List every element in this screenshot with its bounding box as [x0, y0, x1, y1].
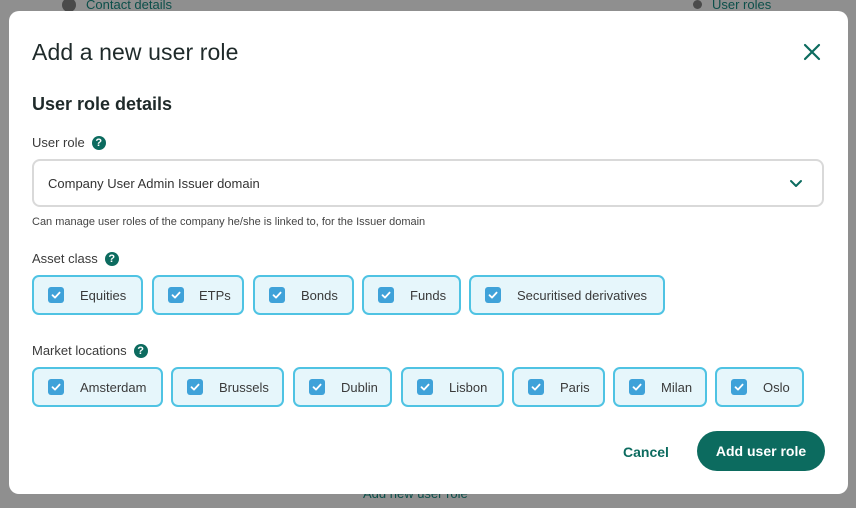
checkbox-checked-icon [378, 287, 394, 303]
chip-label: Amsterdam [80, 379, 147, 395]
chip-label: Brussels [219, 379, 269, 395]
checkbox-checked-icon [168, 287, 184, 303]
market-chip-amsterdam[interactable]: Amsterdam [32, 367, 163, 407]
asset-class-chip-funds[interactable]: Funds [362, 275, 461, 315]
chip-label: Lisbon [449, 379, 488, 395]
checkbox-checked-icon [187, 379, 203, 395]
user-role-helper-text: Can manage user roles of the company he/… [32, 216, 426, 228]
market-chip-brussels[interactable]: Brussels [171, 367, 284, 407]
chip-label: Securitised derivatives [517, 287, 648, 303]
add-user-role-button[interactable]: Add user role [697, 431, 825, 471]
dialog-title: Add a new user role [32, 39, 239, 65]
close-button[interactable] [801, 41, 823, 63]
chip-label: Equities [80, 287, 127, 303]
checkbox-checked-icon [731, 379, 747, 395]
chip-label: Funds [410, 287, 447, 303]
chip-label: Bonds [301, 287, 338, 303]
asset-class-chip-securitised-derivatives[interactable]: Securitised derivatives [469, 275, 665, 315]
market-locations-label: Market locations [32, 343, 127, 358]
close-icon [803, 43, 821, 61]
section-title: User role details [32, 94, 173, 114]
help-icon[interactable]: ? [104, 251, 119, 266]
help-icon[interactable]: ? [133, 343, 148, 358]
checkbox-checked-icon [269, 287, 285, 303]
checkbox-checked-icon [48, 287, 64, 303]
step-complete-icon [62, 0, 76, 12]
add-user-role-dialog: Add a new user role User role details Us… [9, 11, 848, 494]
user-role-label: User role [32, 135, 85, 150]
chevron-down-icon [790, 180, 802, 187]
checkbox-checked-icon [309, 379, 325, 395]
asset-class-chip-etps[interactable]: ETPs [152, 275, 244, 315]
asset-class-chip-bonds[interactable]: Bonds [253, 275, 354, 315]
market-chip-lisbon[interactable]: Lisbon [401, 367, 504, 407]
chip-label: Oslo [763, 379, 790, 395]
checkbox-checked-icon [48, 379, 64, 395]
checkbox-checked-icon [528, 379, 544, 395]
chip-label: Milan [661, 379, 693, 395]
user-role-label-group: User role ? [32, 135, 106, 150]
help-icon[interactable]: ? [91, 135, 106, 150]
asset-class-chip-equities[interactable]: Equities [32, 275, 143, 315]
asset-class-label-group: Asset class ? [32, 251, 119, 266]
user-role-value: Company User Admin Issuer domain [48, 175, 260, 191]
cancel-button[interactable]: Cancel [623, 444, 669, 460]
checkbox-checked-icon [417, 379, 433, 395]
market-chip-paris[interactable]: Paris [512, 367, 605, 407]
chip-label: Dublin [341, 379, 378, 395]
market-chip-oslo[interactable]: Oslo [715, 367, 804, 407]
market-chip-dublin[interactable]: Dublin [293, 367, 392, 407]
step-dot-icon [693, 0, 702, 9]
market-chip-milan[interactable]: Milan [613, 367, 707, 407]
chip-label: Paris [560, 379, 590, 395]
asset-class-label: Asset class [32, 251, 98, 266]
checkbox-checked-icon [485, 287, 501, 303]
market-locations-label-group: Market locations ? [32, 343, 148, 358]
user-role-select[interactable]: Company User Admin Issuer domain [32, 159, 824, 207]
checkbox-checked-icon [629, 379, 645, 395]
chip-label: ETPs [199, 287, 231, 303]
